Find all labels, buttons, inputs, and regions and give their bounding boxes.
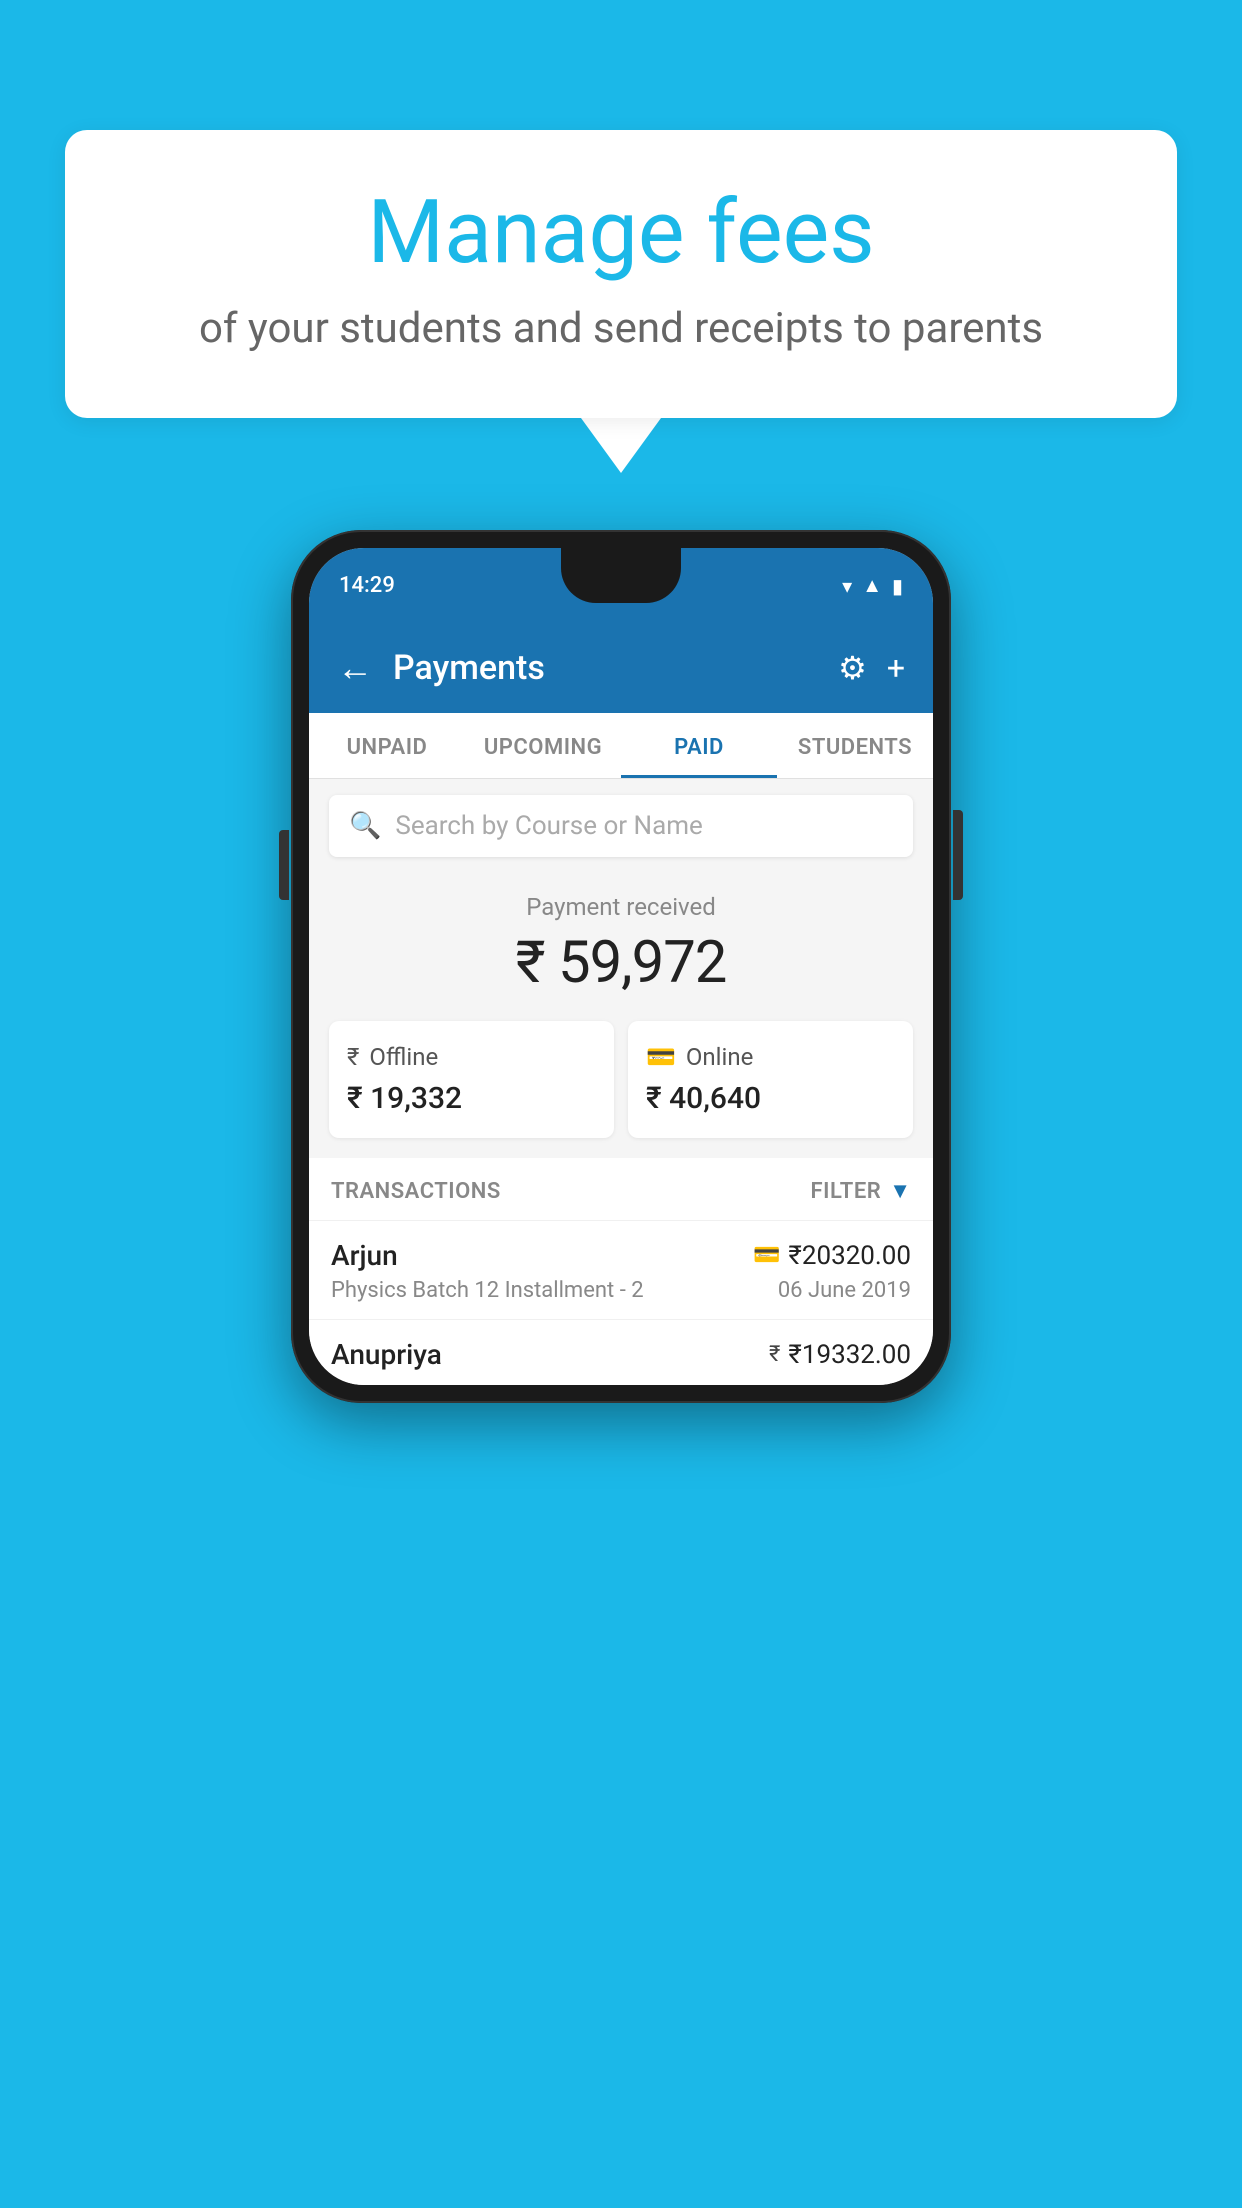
transactions-header: TRANSACTIONS FILTER ▼ bbox=[309, 1158, 933, 1220]
header-title: Payments bbox=[393, 648, 818, 688]
transaction-detail: Physics Batch 12 Installment - 2 bbox=[331, 1278, 644, 1303]
add-icon[interactable]: + bbox=[887, 649, 905, 687]
payment-cards: ₹ Offline ₹ 19,332 💳 Online ₹ 40,640 bbox=[309, 1021, 933, 1158]
search-bar-section: 🔍 Search by Course or Name bbox=[309, 779, 933, 873]
tabs-bar: UNPAID UPCOMING PAID STUDENTS bbox=[309, 713, 933, 779]
offline-payment-card: ₹ Offline ₹ 19,332 bbox=[329, 1021, 614, 1138]
transaction-amount-wrapper: 💳 ₹20320.00 bbox=[753, 1241, 911, 1271]
search-icon: 🔍 bbox=[349, 811, 381, 841]
signal-icon: ▲ bbox=[862, 573, 882, 598]
phone-screen: 14:29 ▾ ▲ ▮ ← Payments ⚙ + UNPAID bbox=[309, 548, 933, 1385]
speech-bubble-arrow bbox=[581, 418, 661, 473]
offline-payment-icon: ₹ bbox=[347, 1043, 359, 1071]
header-actions: ⚙ + bbox=[838, 649, 905, 687]
tab-unpaid[interactable]: UNPAID bbox=[309, 713, 465, 778]
transaction-amount-2: ₹19332.00 bbox=[788, 1340, 911, 1370]
online-card-label: Online bbox=[686, 1043, 753, 1071]
transaction-amount-wrapper-2: ₹ ₹19332.00 bbox=[769, 1340, 911, 1370]
status-time: 14:29 bbox=[339, 573, 395, 598]
search-bar[interactable]: 🔍 Search by Course or Name bbox=[329, 795, 913, 857]
transaction-row-top-2: Anupriya ₹ ₹19332.00 bbox=[331, 1338, 911, 1371]
transaction-row-top: Arjun 💳 ₹20320.00 bbox=[331, 1239, 911, 1272]
offline-card-header: ₹ Offline bbox=[347, 1043, 596, 1071]
status-icons: ▾ ▲ ▮ bbox=[842, 573, 903, 598]
online-payment-icon: 💳 bbox=[646, 1043, 676, 1071]
online-payment-card: 💳 Online ₹ 40,640 bbox=[628, 1021, 913, 1138]
payment-summary: Payment received ₹ 59,972 bbox=[309, 873, 933, 1021]
transaction-name-2: Anupriya bbox=[331, 1338, 442, 1371]
speech-bubble-subtitle: of your students and send receipts to pa… bbox=[125, 304, 1117, 353]
transaction-name: Arjun bbox=[331, 1239, 398, 1272]
online-card-header: 💳 Online bbox=[646, 1043, 895, 1071]
back-button[interactable]: ← bbox=[337, 647, 373, 689]
search-placeholder: Search by Course or Name bbox=[395, 811, 702, 841]
offline-card-amount: ₹ 19,332 bbox=[347, 1081, 596, 1116]
online-card-amount: ₹ 40,640 bbox=[646, 1081, 895, 1116]
phone-outer: 14:29 ▾ ▲ ▮ ← Payments ⚙ + UNPAID bbox=[291, 530, 951, 1403]
speech-bubble-section: Manage fees of your students and send re… bbox=[65, 130, 1177, 473]
transaction-amount: ₹20320.00 bbox=[788, 1241, 911, 1271]
payment-total-amount: ₹ 59,972 bbox=[329, 929, 913, 997]
phone-mockup: 14:29 ▾ ▲ ▮ ← Payments ⚙ + UNPAID bbox=[291, 530, 951, 1403]
payment-received-label: Payment received bbox=[329, 893, 913, 921]
app-header: ← Payments ⚙ + bbox=[309, 623, 933, 713]
tab-students[interactable]: STUDENTS bbox=[777, 713, 933, 778]
tab-paid[interactable]: PAID bbox=[621, 713, 777, 778]
settings-icon[interactable]: ⚙ bbox=[838, 649, 867, 687]
filter-button[interactable]: FILTER ▼ bbox=[811, 1178, 911, 1204]
transaction-item[interactable]: Arjun 💳 ₹20320.00 Physics Batch 12 Insta… bbox=[309, 1220, 933, 1319]
transactions-label: TRANSACTIONS bbox=[331, 1179, 501, 1204]
battery-icon: ▮ bbox=[892, 574, 903, 598]
offline-card-label: Offline bbox=[369, 1043, 438, 1071]
filter-icon: ▼ bbox=[889, 1178, 911, 1204]
speech-bubble: Manage fees of your students and send re… bbox=[65, 130, 1177, 418]
tab-upcoming[interactable]: UPCOMING bbox=[465, 713, 621, 778]
speech-bubble-title: Manage fees bbox=[125, 185, 1117, 282]
transaction-item-partial[interactable]: Anupriya ₹ ₹19332.00 bbox=[309, 1319, 933, 1385]
transaction-method-icon-2: ₹ bbox=[769, 1342, 780, 1367]
status-bar: 14:29 ▾ ▲ ▮ bbox=[309, 548, 933, 623]
filter-label: FILTER bbox=[811, 1179, 882, 1204]
transaction-date: 06 June 2019 bbox=[778, 1278, 911, 1303]
transaction-row-bottom: Physics Batch 12 Installment - 2 06 June… bbox=[331, 1278, 911, 1303]
transaction-method-icon: 💳 bbox=[753, 1243, 780, 1268]
wifi-icon: ▾ bbox=[842, 574, 852, 598]
